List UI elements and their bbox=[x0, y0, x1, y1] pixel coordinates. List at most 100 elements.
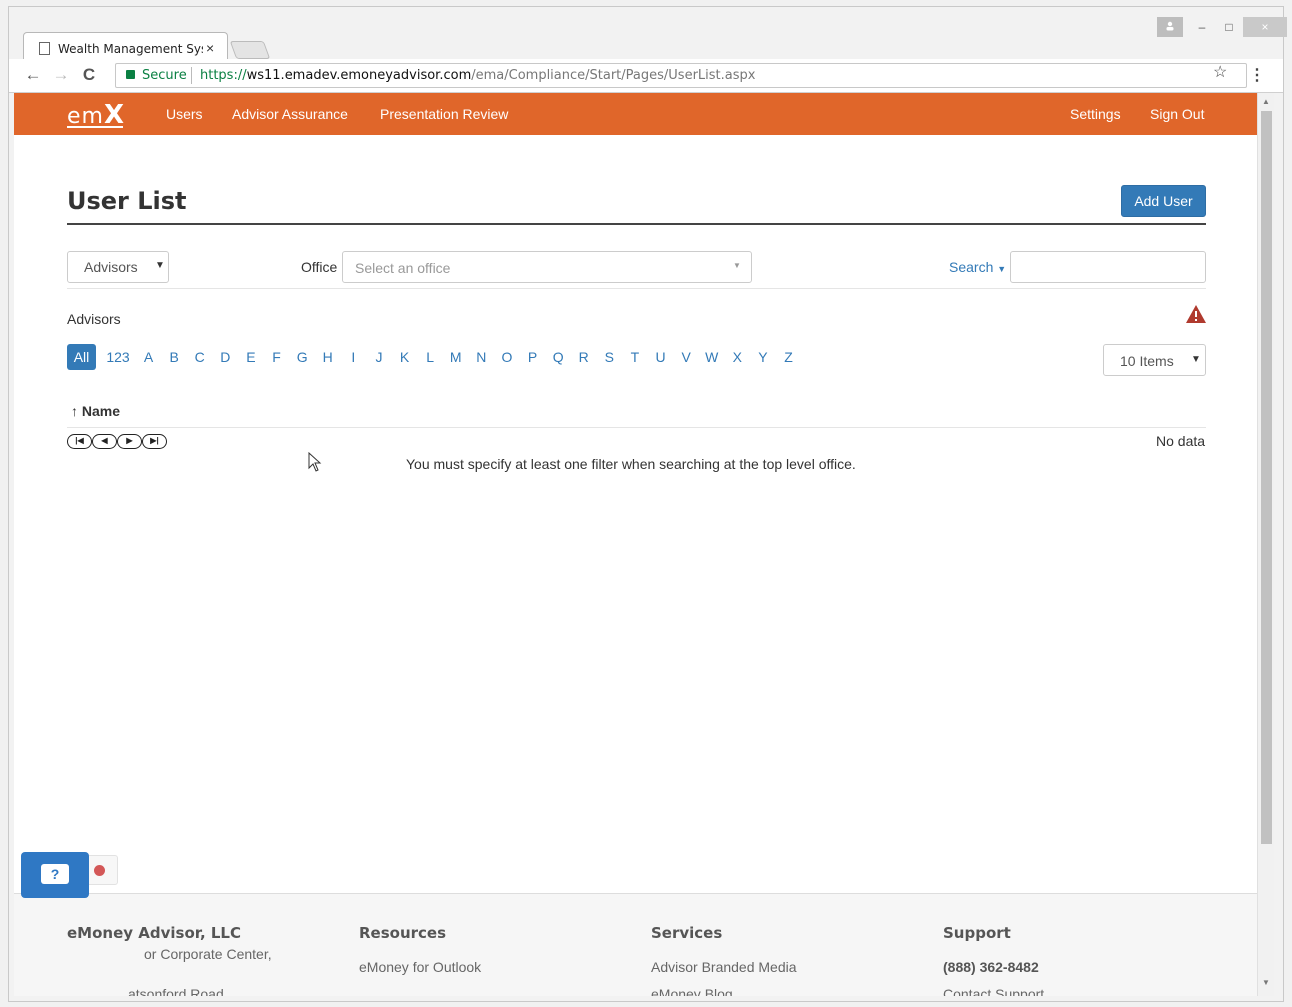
footer: eMoney Advisor, LLC or Corporate Center,… bbox=[14, 893, 1257, 996]
alpha-filter-o[interactable]: O bbox=[498, 344, 515, 370]
nav-settings[interactable]: Settings bbox=[1070, 106, 1121, 122]
help-chat-button[interactable]: ? bbox=[21, 852, 89, 898]
secure-label: Secure bbox=[142, 68, 187, 83]
office-label: Office bbox=[301, 259, 338, 275]
alpha-filter-h[interactable]: H bbox=[319, 344, 336, 370]
warning-icon[interactable] bbox=[1185, 304, 1207, 324]
footer-address-2: atsonford Road bbox=[128, 986, 224, 996]
address-bar: ← → C Secure https://ws11.emadev.emoneya… bbox=[9, 59, 1283, 93]
add-user-button[interactable]: Add User bbox=[1121, 185, 1206, 217]
alpha-filter-t[interactable]: T bbox=[626, 344, 643, 370]
url-text: https://ws11.emadev.emoneyadvisor.com/em… bbox=[200, 68, 755, 83]
grid-divider bbox=[67, 427, 1206, 428]
next-page-icon[interactable]: ▶ bbox=[117, 434, 142, 449]
caret-down-icon: ▼ bbox=[997, 264, 1007, 274]
sort-ascending-icon: ↑ bbox=[71, 403, 78, 419]
alpha-filter-p[interactable]: P bbox=[524, 344, 541, 370]
footer-link-blog[interactable]: eMoney Blog bbox=[651, 986, 733, 996]
name-column-label: Name bbox=[81, 403, 121, 419]
user-type-value: Advisors bbox=[84, 259, 138, 275]
nav-sign-out[interactable]: Sign Out bbox=[1150, 106, 1204, 122]
url-host: ws11.emadev.emoneyadvisor.com bbox=[246, 68, 472, 83]
alpha-filter-q[interactable]: Q bbox=[550, 344, 567, 370]
alpha-filter-r[interactable]: R bbox=[575, 344, 592, 370]
alpha-filter-b[interactable]: B bbox=[166, 344, 183, 370]
first-page-icon[interactable]: |◀ bbox=[67, 434, 92, 449]
alpha-filter-123[interactable]: 123 bbox=[103, 344, 133, 370]
footer-support-head: Support bbox=[943, 924, 1011, 942]
alpha-filter-d[interactable]: D bbox=[217, 344, 234, 370]
alpha-filter-i[interactable]: I bbox=[345, 344, 362, 370]
alpha-filter-g[interactable]: G bbox=[294, 344, 311, 370]
url-scheme: https:// bbox=[200, 68, 247, 83]
footer-link-outlook[interactable]: eMoney for Outlook bbox=[359, 959, 481, 975]
alpha-filter-l[interactable]: L bbox=[422, 344, 439, 370]
tab-title: Wealth Management Sys bbox=[58, 42, 203, 56]
page-icon bbox=[39, 42, 50, 55]
filter-divider bbox=[67, 288, 1206, 289]
alpha-filter-j[interactable]: J bbox=[370, 344, 387, 370]
alpha-filter-f[interactable]: F bbox=[268, 344, 285, 370]
page-scrollbar[interactable]: ▲ ▼ bbox=[1257, 93, 1274, 996]
prev-page-icon[interactable]: ◀ bbox=[92, 434, 117, 449]
nav-advisor-assurance[interactable]: Advisor Assurance bbox=[232, 106, 348, 122]
user-type-select[interactable]: Advisors ▼ bbox=[67, 251, 169, 283]
alpha-filter-v[interactable]: V bbox=[678, 344, 695, 370]
search-input[interactable] bbox=[1010, 251, 1206, 283]
browser-menu-icon[interactable]: ⋮ bbox=[1249, 65, 1265, 85]
back-arrow-icon[interactable]: ← bbox=[21, 63, 45, 87]
chevron-down-icon: ▼ bbox=[1191, 354, 1201, 365]
last-page-icon[interactable]: ▶| bbox=[142, 434, 167, 449]
footer-phone: (888) 362-8482 bbox=[943, 959, 1039, 975]
alpha-filter-s[interactable]: S bbox=[601, 344, 618, 370]
chat-help-icon: ? bbox=[41, 864, 69, 884]
alpha-filter-n[interactable]: N bbox=[473, 344, 490, 370]
footer-resources-head: Resources bbox=[359, 924, 447, 942]
url-separator bbox=[191, 67, 192, 84]
alpha-filter-x[interactable]: X bbox=[729, 344, 746, 370]
scroll-down-icon[interactable]: ▼ bbox=[1262, 978, 1270, 987]
alpha-filter-m[interactable]: M bbox=[447, 344, 464, 370]
alpha-filter-u[interactable]: U bbox=[652, 344, 669, 370]
alpha-filter-c[interactable]: C bbox=[191, 344, 208, 370]
footer-link-branded-media[interactable]: Advisor Branded Media bbox=[651, 959, 797, 975]
footer-address-1: or Corporate Center, bbox=[144, 946, 272, 962]
new-tab-button[interactable] bbox=[229, 41, 271, 59]
search-dropdown[interactable]: Search ▼ bbox=[949, 259, 1006, 275]
browser-window: Wealth Management Sys × – □ × ← → C Secu… bbox=[0, 0, 1292, 1007]
scroll-up-icon[interactable]: ▲ bbox=[1262, 97, 1270, 106]
no-data-label: No data bbox=[1156, 433, 1206, 449]
footer-link-contact[interactable]: Contact Support bbox=[943, 986, 1044, 996]
url-field[interactable]: Secure https://ws11.emadev.emoneyadvisor… bbox=[115, 63, 1247, 88]
minimize-button[interactable]: – bbox=[1189, 17, 1215, 37]
logo-underline bbox=[67, 126, 123, 128]
reload-icon[interactable]: C bbox=[77, 63, 101, 87]
chevron-down-icon: ▼ bbox=[733, 261, 741, 270]
alpha-filter-y[interactable]: Y bbox=[754, 344, 771, 370]
close-window-button[interactable]: × bbox=[1243, 17, 1287, 37]
mouse-cursor-icon bbox=[308, 452, 322, 472]
alpha-filter-all[interactable]: All bbox=[67, 344, 96, 370]
office-placeholder: Select an office bbox=[355, 260, 451, 276]
record-dot-icon bbox=[94, 865, 105, 876]
alpha-filter-z[interactable]: Z bbox=[780, 344, 797, 370]
alpha-filter-w[interactable]: W bbox=[703, 344, 720, 370]
name-column-header[interactable]: ↑ Name bbox=[71, 403, 120, 419]
scroll-thumb[interactable] bbox=[1261, 111, 1272, 844]
tab-close-icon[interactable]: × bbox=[206, 40, 214, 56]
lock-icon bbox=[126, 70, 135, 79]
page-size-select[interactable]: 10 Items ▼ bbox=[1103, 344, 1206, 376]
alpha-filter-k[interactable]: K bbox=[396, 344, 413, 370]
search-label: Search bbox=[949, 259, 994, 275]
bookmark-star-icon[interactable]: ☆ bbox=[1213, 62, 1227, 82]
nav-presentation-review[interactable]: Presentation Review bbox=[380, 106, 508, 122]
office-select[interactable]: Select an office ▼ bbox=[342, 251, 752, 283]
nav-users[interactable]: Users bbox=[166, 106, 203, 122]
maximize-button[interactable]: □ bbox=[1216, 17, 1242, 37]
alpha-filter-a[interactable]: A bbox=[140, 344, 157, 370]
alpha-filter-e[interactable]: E bbox=[242, 344, 259, 370]
forward-arrow-icon[interactable]: → bbox=[49, 63, 73, 87]
section-label: Advisors bbox=[67, 311, 121, 327]
user-profile-icon[interactable] bbox=[1157, 17, 1183, 37]
page-size-value: 10 Items bbox=[1120, 353, 1174, 369]
